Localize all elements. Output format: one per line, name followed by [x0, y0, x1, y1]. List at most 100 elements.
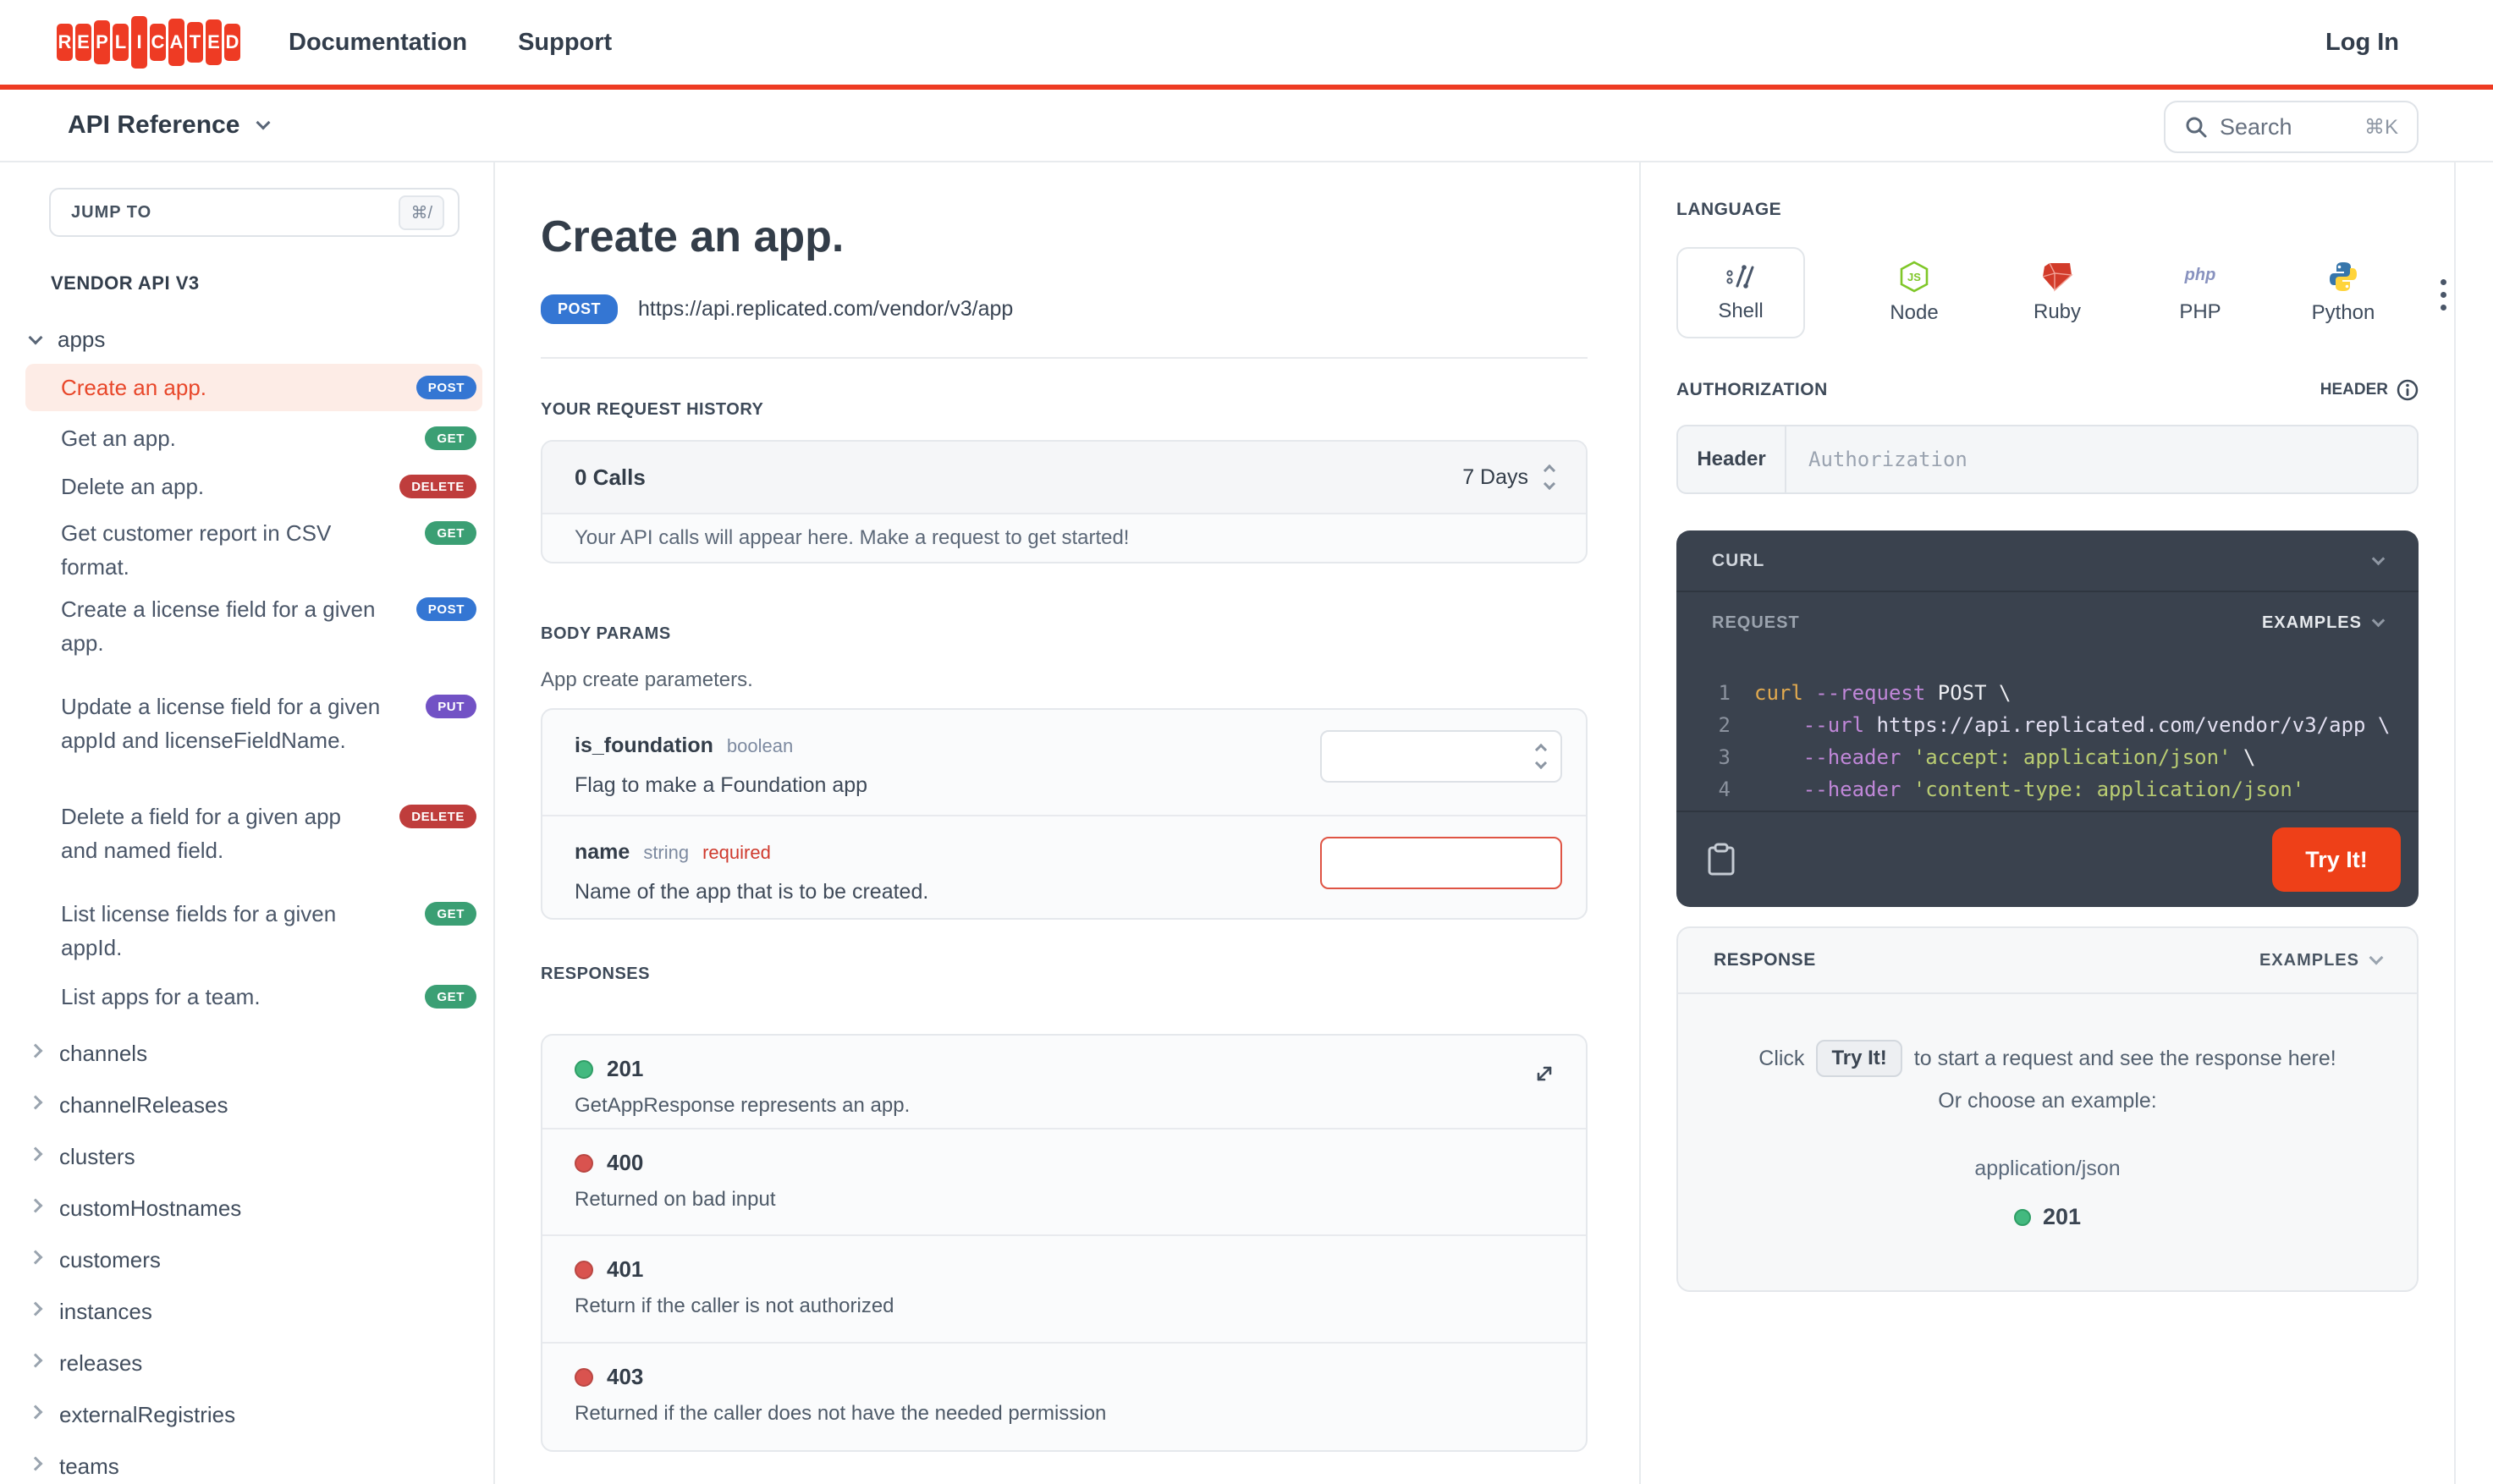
sidebar-item-endpoint[interactable]: Create a license field for a given app. P… — [25, 585, 482, 667]
response-row-401[interactable]: 401 Return if the caller is not authorize… — [542, 1234, 1586, 1342]
code-line: 1 curl --request POST \ — [1707, 677, 2419, 709]
secondary-header: API Reference Search ⌘K — [0, 90, 2493, 162]
sidebar-category-label: customHostnames — [59, 1195, 242, 1221]
nav-link-documentation[interactable]: Documentation — [289, 29, 467, 57]
sidebar-item-endpoint[interactable]: Get customer report in CSV format. GET — [25, 509, 482, 591]
error-dot-icon — [575, 1367, 593, 1387]
kebab-dot — [2440, 291, 2446, 298]
response-row-400[interactable]: 400 Returned on bad input — [542, 1128, 1586, 1234]
response-examples-dropdown[interactable]: EXAMPLES — [2259, 950, 2384, 970]
param-name: is_foundation — [575, 734, 713, 757]
sidebar-category-channels[interactable]: channels — [28, 1036, 471, 1070]
sidebar-section-title: VENDOR API V3 — [51, 272, 200, 294]
sidebar-item-endpoint[interactable]: List apps for a team. GET — [25, 973, 482, 1020]
sidebar-category-teams[interactable]: teams — [28, 1449, 471, 1483]
response-row-201[interactable]: 201 GetAppResponse represents an app. — [542, 1036, 1586, 1128]
request-examples-dropdown[interactable]: EXAMPLES — [2261, 613, 2386, 633]
login-link[interactable]: Log In — [2325, 0, 2399, 85]
sidebar-item-endpoint[interactable]: Get an app. GET — [25, 415, 482, 462]
response-row-403[interactable]: 403 Returned if the caller does not have … — [542, 1342, 1586, 1450]
language-tab-ruby[interactable]: Ruby — [2011, 247, 2104, 338]
method-badge: POST — [541, 294, 619, 324]
code-line: 2 --url https://api.replicated.com/vendo… — [1707, 709, 2419, 741]
response-label: RESPONSE — [1714, 950, 1816, 970]
code-token: curl — [1754, 681, 1816, 705]
authorization-value-input[interactable] — [1786, 426, 2417, 492]
curl-panel: CURL REQUEST EXAMPLES 1 curl --request PO… — [1676, 530, 2419, 907]
api-reference-dropdown[interactable]: API Reference — [68, 90, 271, 161]
copy-icon[interactable] — [1707, 843, 1736, 877]
python-icon — [2330, 262, 2357, 291]
examples-label: EXAMPLES — [2259, 950, 2359, 970]
language-tab-php[interactable]: php PHP — [2154, 247, 2247, 338]
sidebar-category-clusters[interactable]: clusters — [28, 1140, 471, 1173]
jump-to-input[interactable]: JUMP TO ⌘/ — [49, 188, 460, 237]
code-token: https://api.replicated.com/vendor/v3/app… — [1864, 713, 2391, 737]
line-number: 4 — [1718, 778, 1731, 801]
language-tab-label: Ruby — [2033, 300, 2082, 323]
param-select-is_foundation[interactable] — [1320, 730, 1562, 783]
sidebar-item-endpoint[interactable]: Delete a field for a given app and named… — [25, 793, 482, 874]
param-name: name — [575, 840, 630, 864]
endpoint-summary: POST https://api.replicated.com/vendor/v… — [541, 294, 1013, 324]
success-dot-icon — [575, 1059, 593, 1079]
response-hint-line: Click Try It! to start a request and see… — [1678, 1040, 2417, 1077]
sidebar-category-label: channelReleases — [59, 1091, 228, 1118]
chevron-down-icon — [2369, 950, 2384, 965]
code-line: 4 --header 'content-type: application/js… — [1707, 773, 2419, 805]
svg-text:php: php — [2184, 266, 2216, 284]
responses-heading: RESPONSES — [541, 965, 650, 983]
sidebar-category-label: teams — [59, 1453, 119, 1479]
sidebar-category-customers[interactable]: customers — [28, 1243, 471, 1277]
language-tab-node[interactable]: JS Node — [1868, 247, 1961, 338]
param-input-name[interactable] — [1320, 837, 1562, 889]
method-pill-delete: DELETE — [399, 475, 476, 498]
response-code: 400 — [607, 1150, 644, 1175]
response-description: Return if the caller is not authorized — [575, 1294, 894, 1317]
request-label: REQUEST — [1712, 613, 1800, 632]
example-content-type-link[interactable]: application/json — [1678, 1157, 2417, 1181]
response-description: GetAppResponse represents an app. — [575, 1094, 911, 1117]
try-it-chip[interactable]: Try It! — [1816, 1040, 1902, 1077]
language-tab-python[interactable]: Python — [2297, 247, 2390, 338]
nav-link-support[interactable]: Support — [518, 29, 612, 57]
examples-label: EXAMPLES — [2261, 613, 2362, 632]
php-icon: php — [2184, 266, 2216, 284]
sidebar-item-label: Update a license field for a given appId… — [61, 694, 381, 753]
code-token: --url — [1802, 713, 1865, 737]
logo-letter-tile: P — [94, 20, 110, 64]
chevron-down-icon — [2371, 613, 2386, 628]
error-dot-icon — [575, 1260, 593, 1279]
up-down-chevron-icon — [1543, 464, 1556, 491]
sidebar-item-endpoint[interactable]: List license fields for a given appId. GE… — [25, 890, 482, 971]
example-status-link[interactable]: 201 — [1678, 1204, 2417, 1230]
sidebar-category-externalRegistries[interactable]: externalRegistries — [28, 1398, 471, 1432]
search-input[interactable]: Search ⌘K — [2164, 101, 2419, 153]
sidebar-item-endpoint[interactable]: Update a license field for a given appId… — [25, 683, 482, 764]
request-history-heading: YOUR REQUEST HISTORY — [541, 400, 764, 419]
sidebar-item-endpoint[interactable]: Delete an app. DELETE — [25, 463, 482, 510]
more-languages-menu[interactable] — [2426, 271, 2460, 318]
sidebar-category-releases[interactable]: releases — [28, 1346, 471, 1380]
language-tab-shell[interactable]: Shell — [1676, 247, 1805, 338]
method-pill-get: GET — [425, 902, 476, 926]
sidebar-item-label: Create an app. — [61, 375, 207, 400]
sidebar-category-instances[interactable]: instances — [28, 1294, 471, 1328]
time-range-selector[interactable]: 7 Days — [1462, 464, 1556, 491]
response-description: Returned on bad input — [575, 1188, 776, 1211]
expand-icon[interactable] — [1532, 1061, 1557, 1091]
curl-collapse-bar[interactable]: CURL — [1676, 530, 2419, 592]
sidebar-category-customHostnames[interactable]: customHostnames — [28, 1191, 471, 1225]
authorization-field-label: Header — [1678, 426, 1786, 492]
try-it-button[interactable]: Try It! — [2272, 827, 2401, 892]
sidebar-item-endpoint[interactable]: Create an app. POST — [25, 364, 482, 411]
info-icon[interactable] — [2397, 379, 2419, 401]
sidebar-category-channelReleases[interactable]: channelReleases — [28, 1088, 471, 1122]
replicated-logo[interactable]: REPLICATED — [57, 16, 240, 69]
kebab-dot — [2440, 304, 2446, 311]
method-pill-put: PUT — [426, 695, 476, 718]
sidebar-group-apps[interactable]: apps — [28, 327, 105, 353]
line-number: 2 — [1718, 713, 1731, 737]
sidebar-item-label: Create a license field for a given app. — [61, 596, 376, 656]
